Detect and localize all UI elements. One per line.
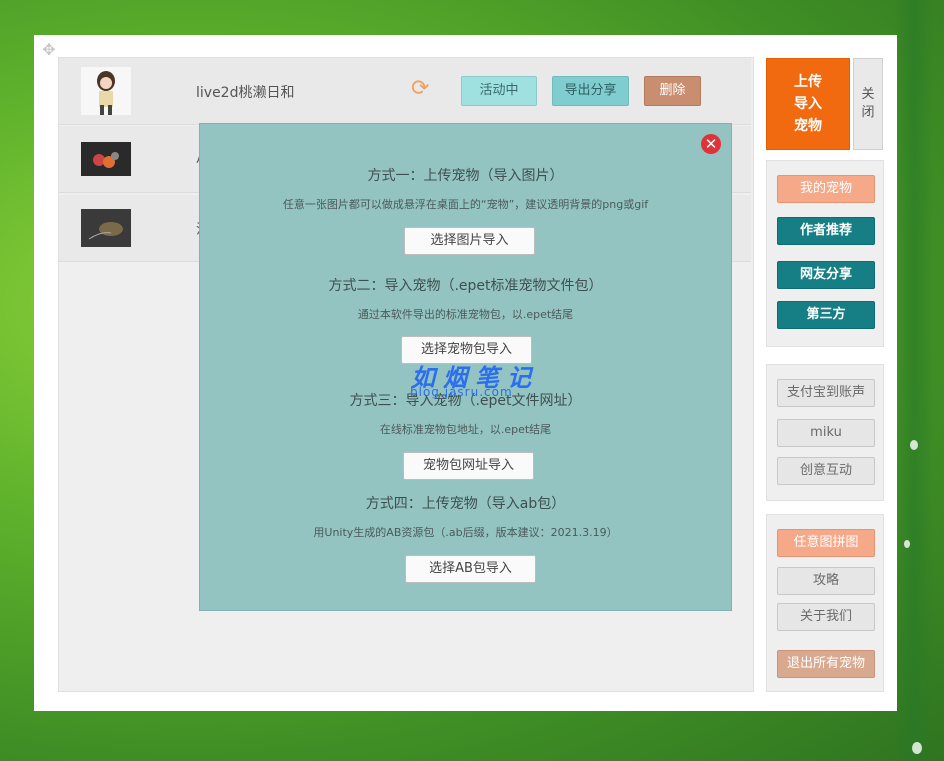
method-2-title: 方式二：导入宠物（.epet标准宠物文件包） xyxy=(328,278,603,294)
export-share-button[interactable]: 导出分享 xyxy=(552,76,629,106)
delete-button[interactable]: 删除 xyxy=(644,76,701,106)
move-icon[interactable]: ✥ xyxy=(40,41,58,59)
select-ab-package-button[interactable]: 选择AB包导入 xyxy=(405,555,536,583)
third-party-button[interactable]: 第三方 xyxy=(777,301,875,329)
misc-panel: 任意图拼图 攻略 关于我们 退出所有宠物 xyxy=(766,514,884,692)
about-us-button[interactable]: 关于我们 xyxy=(777,603,875,631)
sync-icon[interactable]: ⟳ xyxy=(411,78,433,100)
user-share-button[interactable]: 网友分享 xyxy=(777,261,875,289)
pet-name: live2d桃濑日和 xyxy=(196,85,295,101)
alipay-sound-button[interactable]: 支付宝到账声 xyxy=(777,379,875,407)
method-1-desc: 任意一张图片都可以做成悬浮在桌面上的“宠物”，建议透明背景的png或gif xyxy=(282,198,649,211)
guide-button[interactable]: 攻略 xyxy=(777,567,875,595)
method-4-desc: 用Unity生成的AB资源包（.ab后缀，版本建议：2021.3.19） xyxy=(313,526,618,539)
method-4-title: 方式四：上传宠物（导入ab包） xyxy=(365,496,566,512)
extras-panel: 支付宝到账声 miku 创意互动 xyxy=(766,364,884,501)
pet-thumbnail xyxy=(81,209,131,247)
puzzle-button[interactable]: 任意图拼图 xyxy=(777,529,875,557)
pet-thumbnail xyxy=(81,142,131,176)
method-3-desc: 在线标准宠物包地址，以.epet结尾 xyxy=(379,423,552,436)
select-image-import-button[interactable]: 选择图片导入 xyxy=(404,227,535,255)
background-stem xyxy=(894,0,934,761)
method-2-desc: 通过本软件导出的标准宠物包，以.epet结尾 xyxy=(357,308,574,321)
watermark-url: blog.jasru.com xyxy=(410,385,513,399)
method-1-title: 方式一：上传宠物（导入图片） xyxy=(367,168,564,184)
pet-row: live2d桃濑日和 ⟳ 活动中 导出分享 删除 xyxy=(59,58,751,125)
water-drop xyxy=(912,742,922,754)
creative-interaction-button[interactable]: 创意互动 xyxy=(777,457,875,485)
close-icon[interactable]: ✕ xyxy=(701,134,721,154)
miku-button[interactable]: miku xyxy=(777,419,875,447)
exit-all-pets-button[interactable]: 退出所有宠物 xyxy=(777,650,875,678)
active-button[interactable]: 活动中 xyxy=(461,76,537,106)
water-drop xyxy=(910,440,918,450)
upload-import-pet-button[interactable]: 上传 导入 宠物 xyxy=(766,58,850,150)
my-pets-button[interactable]: 我的宠物 xyxy=(777,175,875,203)
category-panel: 我的宠物 作者推荐 网友分享 第三方 xyxy=(766,160,884,347)
author-recommend-button[interactable]: 作者推荐 xyxy=(777,217,875,245)
water-drop xyxy=(904,540,910,548)
pet-package-url-button[interactable]: 宠物包网址导入 xyxy=(403,452,534,480)
pet-thumbnail xyxy=(81,67,131,115)
close-button[interactable]: 关 闭 xyxy=(853,58,883,150)
